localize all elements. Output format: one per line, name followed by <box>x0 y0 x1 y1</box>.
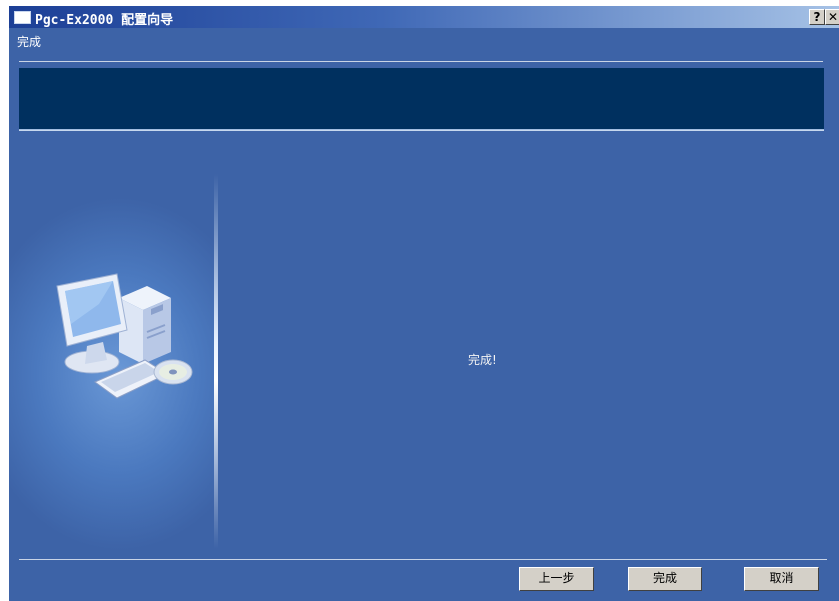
header-divider <box>19 61 823 62</box>
banner-divider <box>19 129 824 131</box>
title-bar[interactable]: Pgc-Ex2000 配置向导 ? ✕ <box>9 6 839 28</box>
completion-message: 完成! <box>468 353 497 367</box>
computer-illustration-icon <box>56 273 193 399</box>
back-button[interactable]: 上一步 <box>519 567 594 591</box>
finish-button[interactable]: 完成 <box>628 567 702 591</box>
close-button[interactable]: ✕ <box>825 9 839 25</box>
side-panel-glow <box>214 174 218 549</box>
app-icon <box>14 11 31 24</box>
window-title: Pgc-Ex2000 配置向导 <box>35 13 174 28</box>
cancel-button[interactable]: 取消 <box>744 567 819 591</box>
footer-divider <box>19 559 827 560</box>
page-heading: 完成 <box>17 35 42 49</box>
header-banner <box>19 68 824 129</box>
help-button[interactable]: ? <box>809 9 825 25</box>
wizard-window: Pgc-Ex2000 配置向导 ? ✕ 完成 完成! 上一步 完成 取消 <box>9 6 839 601</box>
